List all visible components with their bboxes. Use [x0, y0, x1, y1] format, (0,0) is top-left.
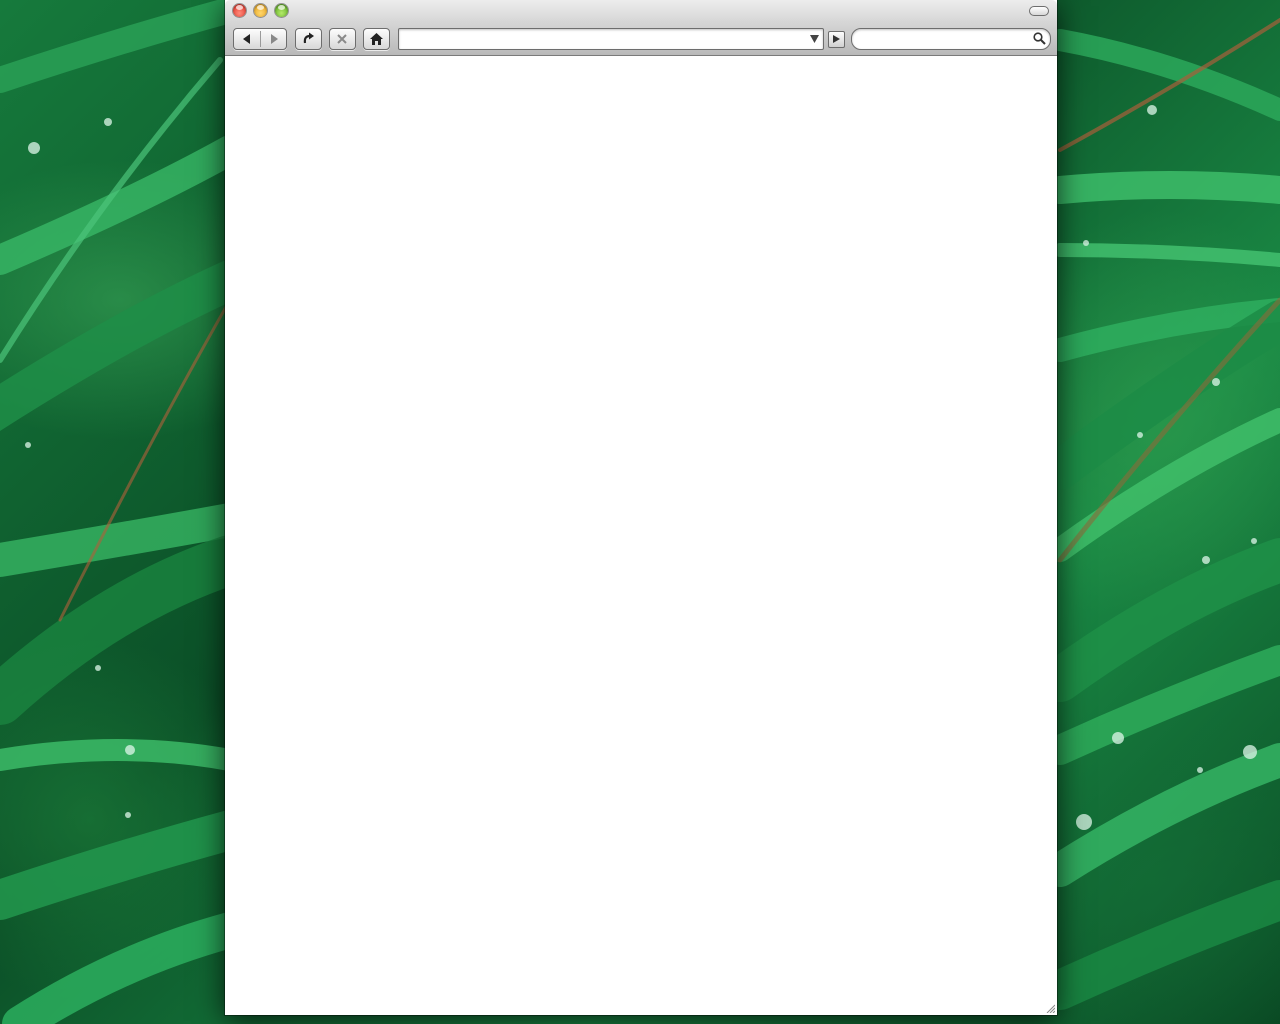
zoom-window-button[interactable]	[275, 4, 288, 17]
search-input[interactable]	[862, 31, 1026, 47]
go-button[interactable]	[828, 31, 845, 48]
reload-icon	[303, 32, 314, 44]
minimize-window-button[interactable]	[254, 4, 267, 17]
forward-arrow-icon	[271, 34, 278, 44]
browser-window	[225, 0, 1057, 1015]
back-arrow-icon	[243, 34, 250, 44]
chevron-down-icon[interactable]	[810, 35, 819, 43]
magnifier-icon[interactable]	[1033, 32, 1046, 45]
stop-button[interactable]	[329, 28, 356, 50]
page-content-area[interactable]	[225, 56, 1057, 1015]
reload-button[interactable]	[295, 28, 322, 50]
home-icon	[370, 33, 383, 45]
back-forward-button-group	[233, 28, 287, 50]
forward-button[interactable]	[261, 29, 286, 49]
resize-grip-icon[interactable]	[1045, 1003, 1055, 1013]
close-window-button[interactable]	[233, 4, 246, 17]
window-titlebar[interactable]	[225, 0, 1057, 22]
back-button[interactable]	[234, 29, 260, 49]
search-field[interactable]	[851, 28, 1051, 50]
stop-icon	[337, 34, 347, 44]
address-bar[interactable]	[398, 28, 824, 50]
browser-toolbar	[225, 22, 1057, 56]
toolbar-toggle-button[interactable]	[1029, 6, 1049, 16]
go-arrow-icon	[833, 35, 840, 43]
home-button[interactable]	[363, 28, 390, 50]
